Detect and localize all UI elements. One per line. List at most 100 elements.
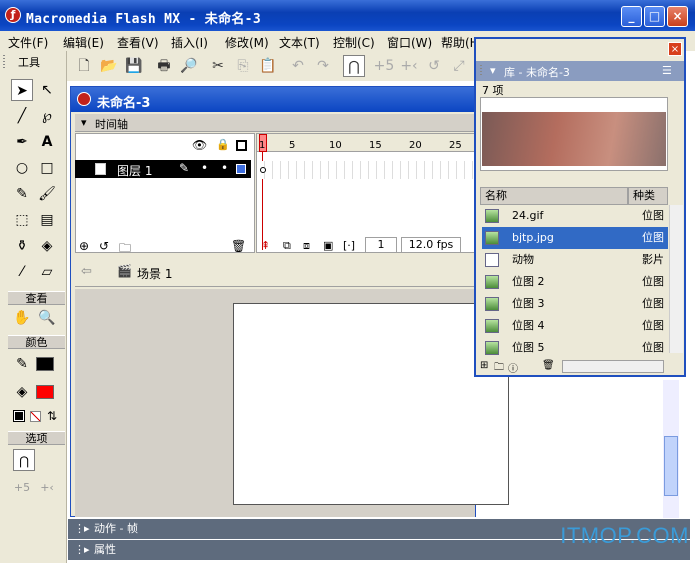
properties-expand-icon[interactable]: ▸ <box>84 540 90 560</box>
timeline-header[interactable]: ▾ 时间轴 <box>75 114 475 132</box>
insert-folder-icon[interactable]: 🗀 <box>119 239 131 260</box>
redo-icon[interactable]: ↷ <box>312 55 334 77</box>
new-symbol-icon[interactable]: ⊞ <box>480 360 488 371</box>
snap-to-objects-icon[interactable]: ⋂ <box>343 55 365 77</box>
stroke-color-swatch[interactable] <box>36 357 54 371</box>
scroll-thumb[interactable] <box>664 436 678 496</box>
timeline-collapse-icon[interactable]: ▾ <box>81 116 87 129</box>
outline-icon[interactable] <box>236 140 247 151</box>
new-folder-icon[interactable]: 🗀 <box>494 360 504 377</box>
menu-modify[interactable]: 修改(M) <box>225 34 269 51</box>
stage-canvas[interactable] <box>233 303 509 505</box>
library-title-bar[interactable]: ▾ 库 - 未命名-3 ☰ <box>476 61 684 81</box>
menu-window[interactable]: 窗口(W) <box>387 34 432 51</box>
hand-tool-icon[interactable]: ✋ <box>11 307 33 329</box>
straighten-icon[interactable]: +‹ <box>398 55 420 77</box>
back-arrow-icon[interactable]: ⇦ <box>81 264 92 279</box>
library-close-button[interactable]: × <box>668 42 682 56</box>
tools-grip[interactable] <box>3 55 5 69</box>
arrow-tool-icon[interactable]: ➤ <box>11 79 33 101</box>
text-tool-icon[interactable]: A <box>36 131 58 153</box>
insert-layer-icon[interactable]: ⊕ <box>79 239 89 253</box>
save-icon[interactable]: 💾 <box>123 55 145 77</box>
black-white-icon[interactable] <box>13 410 25 422</box>
no-color-icon[interactable] <box>30 411 41 422</box>
rotate-icon[interactable]: ↺ <box>423 55 445 77</box>
open-file-icon[interactable]: 📂 <box>98 55 120 77</box>
menu-file[interactable]: 文件(F) <box>8 34 48 51</box>
library-col-kind[interactable]: 种类 <box>628 187 668 205</box>
onion-skin-icon[interactable]: ⧉ <box>283 239 291 253</box>
eyedropper-tool-icon[interactable]: ⁄ <box>11 261 33 283</box>
line-tool-icon[interactable]: ╱ <box>11 105 33 127</box>
scene-name[interactable]: 场景 1 <box>137 265 172 282</box>
smooth-icon[interactable]: +5 <box>373 55 395 77</box>
paste-icon[interactable]: 📋 <box>257 55 279 77</box>
new-file-icon[interactable]: 🗋 <box>73 55 95 77</box>
delete-item-icon[interactable]: 🗑 <box>542 360 555 371</box>
library-item[interactable]: 位图 2 位图 <box>482 271 668 293</box>
copy-icon[interactable]: ⎘ <box>232 55 254 77</box>
lasso-tool-icon[interactable]: ℘ <box>36 105 58 127</box>
free-transform-tool-icon[interactable]: ⬚ <box>11 209 33 231</box>
print-preview-icon[interactable]: 🔎 <box>178 55 200 77</box>
library-item[interactable]: 位图 3 位图 <box>482 293 668 315</box>
menu-control[interactable]: 控制(C) <box>333 34 375 51</box>
library-options-icon[interactable]: ☰ <box>662 64 672 77</box>
fill-transform-tool-icon[interactable]: ▤ <box>36 209 58 231</box>
library-item[interactable]: 位图 5 位图 <box>482 337 668 359</box>
library-col-name[interactable]: 名称 <box>480 187 628 205</box>
lock-icon[interactable]: 🔒 <box>216 138 230 151</box>
library-grip[interactable] <box>480 65 482 77</box>
maximize-button[interactable]: □ <box>644 6 665 27</box>
keyframe[interactable] <box>260 167 266 173</box>
print-icon[interactable]: 🖶 <box>153 55 175 77</box>
close-button[interactable]: × <box>667 6 688 27</box>
scale-icon[interactable]: ⤢ <box>448 55 470 77</box>
paint-bucket-tool-icon[interactable]: ◈ <box>36 235 58 257</box>
library-collapse-icon[interactable]: ▾ <box>490 64 496 77</box>
delete-layer-icon[interactable]: 🗑 <box>231 239 246 253</box>
menu-edit[interactable]: 编辑(E) <box>63 34 104 51</box>
eye-icon[interactable]: 👁 <box>192 138 207 152</box>
ink-bottle-tool-icon[interactable]: ⚱ <box>11 235 33 257</box>
onion-outline-icon[interactable]: ⧈ <box>303 239 310 253</box>
undo-icon[interactable]: ↶ <box>287 55 309 77</box>
layer-row[interactable]: 图层 1 ✎ • • <box>75 160 251 178</box>
library-item[interactable]: 位图 4 位图 <box>482 315 668 337</box>
brush-tool-icon[interactable]: 🖌 <box>36 183 58 205</box>
edit-multiple-frames-icon[interactable]: ▣ <box>323 239 333 252</box>
rectangle-tool-icon[interactable]: □ <box>36 157 58 179</box>
library-hscroll[interactable] <box>562 360 664 373</box>
frame-rate-field[interactable]: 12.0 fps <box>401 237 461 253</box>
oval-tool-icon[interactable]: ○ <box>11 157 33 179</box>
pen-tool-icon[interactable]: ✒ <box>11 131 33 153</box>
pencil-tool-icon[interactable]: ✎ <box>11 183 33 205</box>
layer-color-box[interactable] <box>236 164 246 174</box>
stage-vscroll[interactable] <box>663 380 679 518</box>
actions-expand-icon[interactable]: ▸ <box>84 519 90 539</box>
add-guide-layer-icon[interactable]: ↺ <box>99 239 109 253</box>
menu-insert[interactable]: 插入(I) <box>171 34 208 51</box>
eraser-tool-icon[interactable]: ▱ <box>36 261 58 283</box>
minimize-button[interactable]: _ <box>621 6 642 27</box>
library-vscroll[interactable] <box>669 205 683 353</box>
library-item[interactable]: 24.gif 位图 <box>482 205 668 227</box>
subselect-tool-icon[interactable]: ↖ <box>36 79 58 101</box>
fill-color-swatch[interactable] <box>36 385 54 399</box>
properties-icon[interactable]: ⓘ <box>508 360 518 375</box>
straighten-option-icon[interactable]: +‹ <box>36 477 58 499</box>
menu-view[interactable]: 查看(V) <box>117 34 159 51</box>
swap-colors-icon[interactable]: ⇅ <box>47 409 57 423</box>
lock-dot[interactable]: • <box>221 161 228 175</box>
visibility-dot[interactable]: • <box>201 161 208 175</box>
frame-cells[interactable] <box>257 161 475 179</box>
center-frame-icon[interactable]: ⇞ <box>261 239 270 252</box>
smooth-option-icon[interactable]: +5 <box>11 477 33 499</box>
modify-onion-markers-icon[interactable]: [·] <box>343 239 355 252</box>
cut-icon[interactable]: ✂ <box>207 55 229 77</box>
library-item[interactable]: 动物 影片 <box>482 249 668 271</box>
zoom-tool-icon[interactable]: 🔍 <box>36 307 58 329</box>
snap-magnet-icon[interactable]: ⋂ <box>13 449 35 471</box>
menu-text[interactable]: 文本(T) <box>279 34 320 51</box>
